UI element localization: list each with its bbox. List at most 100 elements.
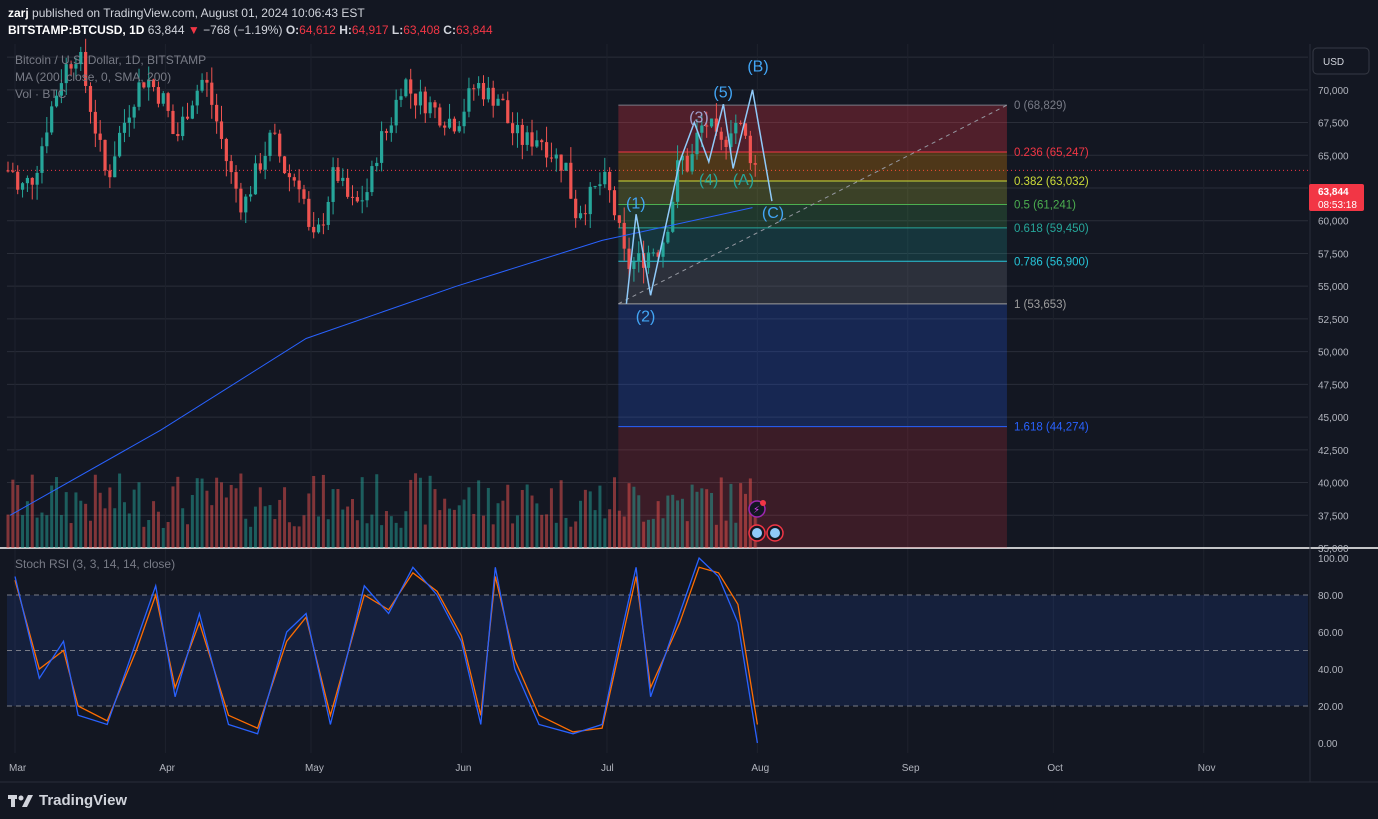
candle-body <box>418 91 423 106</box>
candle-body <box>219 121 224 139</box>
candle-body <box>195 90 199 106</box>
volume-bar <box>549 488 553 548</box>
volume-bar <box>88 520 92 548</box>
candle-body <box>433 102 437 108</box>
volume-bar <box>438 510 442 548</box>
volume-bar <box>520 490 524 548</box>
candle-body <box>452 118 456 132</box>
candle-body <box>651 252 655 254</box>
y-tick-label: 47,500 <box>1318 380 1349 391</box>
volume-bar <box>350 499 354 548</box>
volume-bar <box>205 490 209 548</box>
volume-bar <box>564 517 568 548</box>
published-text: published on TradingView.com, August 01,… <box>32 6 365 20</box>
chart-canvas[interactable]: 0 (68,829) 0.236 (65,247) 0.382 (63,032) 0.… <box>0 0 1378 819</box>
volume-bar <box>642 521 646 548</box>
volume-bar <box>25 501 29 548</box>
candle-body <box>326 201 330 225</box>
publish-header: zarj published on TradingView.com, Augus… <box>8 6 365 20</box>
volume-bar <box>84 503 88 548</box>
volume-bar <box>719 477 723 548</box>
candle-body <box>695 132 699 155</box>
candle-body <box>734 122 738 134</box>
volume-bar <box>59 515 63 548</box>
volume-bar <box>224 497 228 548</box>
candle-body <box>360 200 364 202</box>
us-flag-fill <box>770 528 780 538</box>
high-label: H: <box>339 23 352 37</box>
volume-bar <box>608 509 612 548</box>
high-value: 64,917 <box>351 23 389 37</box>
candle-body <box>739 122 743 124</box>
volume-bar <box>249 526 253 548</box>
author[interactable]: zarj <box>8 6 29 20</box>
y-tick-label: 70,000 <box>1318 86 1349 97</box>
volume-bar <box>399 527 403 548</box>
candle-body <box>525 132 529 145</box>
fib-level-label: 0.236 (65,247) <box>1014 147 1089 159</box>
volume-bar <box>40 512 44 548</box>
volume-bar <box>501 500 505 548</box>
currency-button[interactable]: USD <box>1312 47 1370 75</box>
candle-body <box>593 186 597 188</box>
stoch-y-tick: 60.00 <box>1318 628 1343 639</box>
volume-bar <box>283 487 287 548</box>
candle-body <box>341 177 345 181</box>
candle-body <box>569 162 573 199</box>
candle-body <box>472 88 476 90</box>
volume-bar <box>69 523 73 548</box>
volume-bar <box>559 480 563 548</box>
stoch-y-tick: 100.00 <box>1318 554 1349 565</box>
candle-body <box>438 107 442 126</box>
low-value: 63,408 <box>403 23 440 37</box>
candle-body <box>312 226 316 233</box>
candle-body <box>292 177 296 181</box>
volume-bar <box>360 477 364 548</box>
volume-bar <box>317 516 321 548</box>
volume-bar <box>613 477 616 548</box>
volume-bar <box>433 489 437 548</box>
volume-bar <box>331 489 335 548</box>
volume-bar <box>190 494 194 548</box>
candle-body <box>171 110 175 135</box>
candle-body <box>273 132 277 134</box>
y-tick-label: 52,500 <box>1318 315 1349 326</box>
volume-bar <box>142 526 146 548</box>
volume-bar <box>35 517 39 548</box>
candle-body <box>671 201 675 232</box>
volume-bar <box>6 514 10 548</box>
indicator-title: Bitcoin / U.S. Dollar, 1D, BITSTAMP <box>15 53 206 67</box>
candle-body <box>462 111 466 127</box>
candle-body <box>564 162 568 171</box>
candle-body <box>117 132 122 157</box>
candle-body <box>132 106 136 118</box>
candle-body <box>666 231 670 243</box>
tradingview-logo[interactable]: TradingView <box>8 792 127 809</box>
volume-bar <box>443 498 447 548</box>
candle-body <box>316 224 321 233</box>
x-tick-label: Apr <box>159 763 175 774</box>
lightning-glyph: ⚡ <box>753 505 760 516</box>
candle-body <box>511 123 515 134</box>
volume-bar <box>535 503 539 548</box>
volume-bar <box>632 486 636 548</box>
candle-body <box>30 177 34 185</box>
volume-bar <box>579 500 583 548</box>
symbol[interactable]: BITSTAMP:BTCUSD, 1D <box>8 23 144 37</box>
fib-level-label: 0 (68,829) <box>1014 100 1067 112</box>
volume-bar <box>55 477 59 548</box>
wave-label: (A) <box>733 172 754 189</box>
candle-body <box>93 111 97 134</box>
volume-bar <box>651 518 655 548</box>
candle-body <box>491 87 495 106</box>
candle-body <box>428 102 432 114</box>
candle-body <box>719 131 723 140</box>
wave-label: (C) <box>762 205 784 222</box>
candle-body <box>530 132 534 147</box>
volume-bar <box>171 486 175 548</box>
candle-body <box>350 196 355 198</box>
volume-bar <box>375 474 379 548</box>
volume-bar <box>341 509 345 548</box>
volume-bar <box>234 488 238 548</box>
volume-bar <box>685 521 689 548</box>
